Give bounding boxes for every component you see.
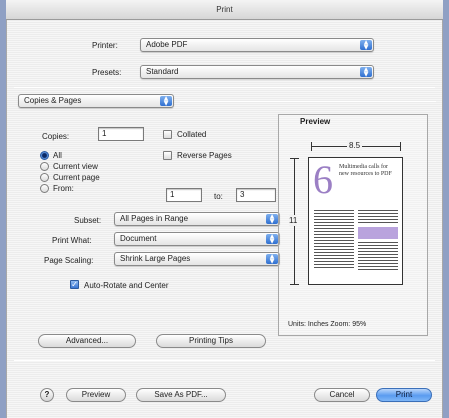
chevron-updown-icon: ▲ ▼ xyxy=(266,234,278,245)
range-to-label: to: xyxy=(214,192,223,201)
height-tick-top xyxy=(290,158,299,159)
chevron-updown-icon: ▲ ▼ xyxy=(160,96,172,107)
collated-label: Collated xyxy=(177,130,207,139)
print-what-label: Print What: xyxy=(52,236,92,245)
printer-value: Adobe PDF xyxy=(146,40,188,49)
advanced-button[interactable]: Advanced... xyxy=(38,334,136,348)
reverse-pages-checkbox[interactable] xyxy=(163,151,172,160)
page-text-block xyxy=(358,242,398,270)
width-tick-left xyxy=(311,142,312,151)
panel-popup[interactable]: Copies & Pages ▲ ▼ xyxy=(18,94,174,108)
page-scaling-value: Shrink Large Pages xyxy=(120,254,191,263)
presets-value: Standard xyxy=(146,67,179,76)
reverse-pages-label: Reverse Pages xyxy=(177,151,232,160)
chevron-updown-icon: ▲ ▼ xyxy=(360,67,372,78)
page-headline: Multimedia calls for new resources to PD… xyxy=(339,164,392,177)
range-all-radio[interactable] xyxy=(40,151,49,160)
subset-label: Subset: xyxy=(74,216,102,225)
print-what-popup[interactable]: Document ▲ ▼ xyxy=(114,232,280,246)
height-dimension-label: 11 xyxy=(289,215,298,226)
save-as-pdf-button[interactable]: Save As PDF... xyxy=(136,388,226,402)
window-title: Print xyxy=(216,5,233,14)
collated-checkbox[interactable] xyxy=(163,130,172,139)
help-button[interactable]: ? xyxy=(40,388,54,402)
height-tick-bottom xyxy=(290,284,299,285)
print-button[interactable]: Print xyxy=(376,388,432,402)
divider xyxy=(14,87,435,88)
preview-units-text: Units: Inches Zoom: 95% xyxy=(288,321,367,328)
chevron-updown-icon: ▲ ▼ xyxy=(266,254,278,265)
range-from-field[interactable]: 1 xyxy=(166,188,202,202)
title-bar: Print xyxy=(6,0,443,20)
presets-label: Presets: xyxy=(92,68,122,77)
subset-popup[interactable]: All Pages in Range ▲ ▼ xyxy=(114,212,280,226)
page-text-block xyxy=(314,210,354,270)
range-current-view-label: Current view xyxy=(53,162,98,171)
print-what-value: Document xyxy=(120,234,157,243)
page-number: 6 xyxy=(313,157,333,202)
chevron-updown-icon: ▲ ▼ xyxy=(266,214,278,225)
range-from-radio[interactable] xyxy=(40,184,49,193)
range-to-field[interactable]: 3 xyxy=(236,188,276,202)
cancel-button[interactable]: Cancel xyxy=(314,388,370,402)
printer-popup[interactable]: Adobe PDF ▲ ▼ xyxy=(140,38,374,52)
range-from-label: From: xyxy=(53,184,74,193)
range-current-view-radio[interactable] xyxy=(40,162,49,171)
copies-field[interactable]: 1 xyxy=(98,127,144,141)
page-scaling-popup[interactable]: Shrink Large Pages ▲ ▼ xyxy=(114,252,280,266)
panel-value: Copies & Pages xyxy=(24,96,82,105)
copies-label: Copies: xyxy=(42,132,70,141)
page-scaling-label: Page Scaling: xyxy=(44,256,94,265)
auto-rotate-label: Auto-Rotate and Center xyxy=(84,281,169,290)
divider xyxy=(180,101,436,102)
width-tick-right xyxy=(400,142,401,151)
subset-value: All Pages in Range xyxy=(120,214,189,223)
chevron-updown-icon: ▲ ▼ xyxy=(360,40,372,51)
range-current-page-radio[interactable] xyxy=(40,173,49,182)
width-dimension-label: 8.5 xyxy=(347,141,363,150)
range-all-label: All xyxy=(53,151,62,160)
presets-popup[interactable]: Standard ▲ ▼ xyxy=(140,65,374,79)
page-highlight-block xyxy=(358,227,398,239)
page-text-block xyxy=(358,210,398,224)
auto-rotate-checkbox[interactable]: ✓ xyxy=(70,280,79,289)
divider xyxy=(14,360,435,361)
preview-button[interactable]: Preview xyxy=(66,388,126,402)
page-preview: 6 Multimedia calls for new resources to … xyxy=(308,157,403,285)
range-current-page-label: Current page xyxy=(53,173,100,182)
preview-title: Preview xyxy=(300,117,331,126)
printer-label: Printer: xyxy=(92,41,118,50)
printing-tips-button[interactable]: Printing Tips xyxy=(156,334,266,348)
